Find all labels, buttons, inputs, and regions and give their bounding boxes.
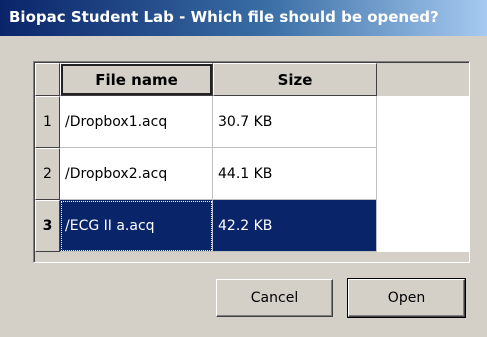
column-header-file-name[interactable]: File name <box>60 63 213 96</box>
row-header-1[interactable]: 1 <box>35 96 60 148</box>
row-header-2[interactable]: 2 <box>35 148 60 200</box>
title-bar[interactable]: Biopac Student Lab - Which file should b… <box>0 0 487 36</box>
file-table[interactable]: File name Size 1 /Dropbox1.acq 30.7 KB 2… <box>33 61 470 263</box>
cancel-button[interactable]: Cancel <box>216 279 333 317</box>
cell-file-name-row-3[interactable]: /ECG II a.acq <box>60 200 213 252</box>
window-title: Biopac Student Lab - Which file should b… <box>9 8 439 26</box>
cell-file-name-row-1[interactable]: /Dropbox1.acq <box>60 96 213 148</box>
header-filler <box>377 63 469 96</box>
open-button[interactable]: Open <box>347 278 466 318</box>
row-header-3[interactable]: 3 <box>35 200 60 252</box>
column-header-size[interactable]: Size <box>213 63 377 96</box>
table-empty-area <box>35 252 469 262</box>
cell-file-name-row-2[interactable]: /Dropbox2.acq <box>60 148 213 200</box>
cell-size-row-2[interactable]: 44.1 KB <box>213 148 377 200</box>
cell-size-row-1[interactable]: 30.7 KB <box>213 96 377 148</box>
cell-size-row-3[interactable]: 42.2 KB <box>213 200 377 252</box>
table-corner-header[interactable] <box>35 63 60 96</box>
